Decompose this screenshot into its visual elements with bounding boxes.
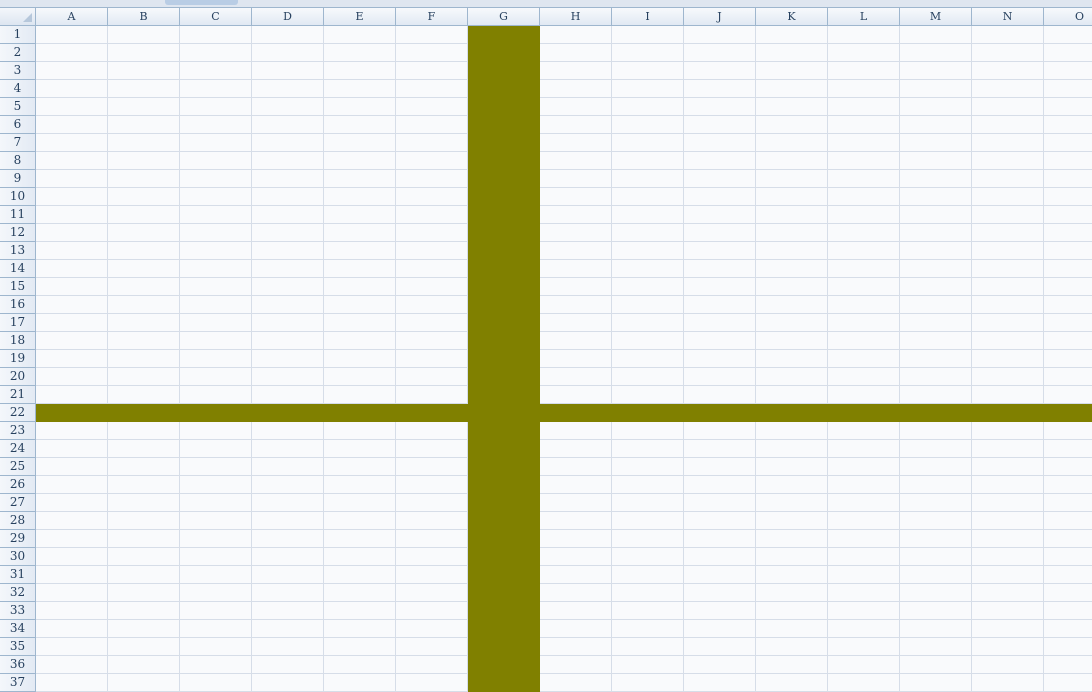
row-header-35[interactable]: 35: [0, 638, 36, 656]
column-header-n[interactable]: N: [972, 8, 1044, 26]
column-header-h[interactable]: H: [540, 8, 612, 26]
row-header-16[interactable]: 16: [0, 296, 36, 314]
column-header-a[interactable]: A: [36, 8, 108, 26]
row-header-6[interactable]: 6: [0, 116, 36, 134]
row-header-13[interactable]: 13: [0, 242, 36, 260]
row-header-12[interactable]: 12: [0, 224, 36, 242]
column-header-m[interactable]: M: [900, 8, 972, 26]
row-header-25[interactable]: 25: [0, 458, 36, 476]
row-header-32[interactable]: 32: [0, 584, 36, 602]
column-header-i[interactable]: I: [612, 8, 684, 26]
row-header-10[interactable]: 10: [0, 188, 36, 206]
row-header-34[interactable]: 34: [0, 620, 36, 638]
highlighted-column-fill: [468, 26, 540, 692]
row-header-30[interactable]: 30: [0, 548, 36, 566]
row-header-5[interactable]: 5: [0, 98, 36, 116]
column-header-d[interactable]: D: [252, 8, 324, 26]
row-header-29[interactable]: 29: [0, 530, 36, 548]
column-header-b[interactable]: B: [108, 8, 180, 26]
column-header-c[interactable]: C: [180, 8, 252, 26]
row-header-14[interactable]: 14: [0, 260, 36, 278]
row-header-19[interactable]: 19: [0, 350, 36, 368]
row-header-24[interactable]: 24: [0, 440, 36, 458]
row-header-2[interactable]: 2: [0, 44, 36, 62]
row-header-18[interactable]: 18: [0, 332, 36, 350]
row-header-9[interactable]: 9: [0, 170, 36, 188]
row-header-37[interactable]: 37: [0, 674, 36, 692]
row-header-4[interactable]: 4: [0, 80, 36, 98]
highlighted-row-fill: [36, 404, 1092, 422]
cell-grid[interactable]: [36, 26, 1092, 692]
select-all-button[interactable]: [0, 8, 36, 26]
column-header-l[interactable]: L: [828, 8, 900, 26]
toolbar-strip: [0, 0, 1092, 8]
row-header-7[interactable]: 7: [0, 134, 36, 152]
column-header-o[interactable]: O: [1044, 8, 1092, 26]
column-header-j[interactable]: J: [684, 8, 756, 26]
row-header-3[interactable]: 3: [0, 62, 36, 80]
row-header-1[interactable]: 1: [0, 26, 36, 44]
row-header-33[interactable]: 33: [0, 602, 36, 620]
column-header-k[interactable]: K: [756, 8, 828, 26]
row-header-27[interactable]: 27: [0, 494, 36, 512]
row-header-26[interactable]: 26: [0, 476, 36, 494]
row-header-8[interactable]: 8: [0, 152, 36, 170]
ribbon-tab[interactable]: [165, 0, 238, 5]
row-header-11[interactable]: 11: [0, 206, 36, 224]
row-header-23[interactable]: 23: [0, 422, 36, 440]
row-header-36[interactable]: 36: [0, 656, 36, 674]
column-header-f[interactable]: F: [396, 8, 468, 26]
column-header-g[interactable]: G: [468, 8, 540, 26]
select-all-triangle-icon: [23, 13, 32, 22]
row-header-17[interactable]: 17: [0, 314, 36, 332]
row-header-15[interactable]: 15: [0, 278, 36, 296]
row-header-20[interactable]: 20: [0, 368, 36, 386]
row-header-28[interactable]: 28: [0, 512, 36, 530]
row-header-31[interactable]: 31: [0, 566, 36, 584]
row-header-21[interactable]: 21: [0, 386, 36, 404]
row-header-22[interactable]: 22: [0, 404, 36, 422]
spreadsheet-window: ABCDEFGHIJKLMNO 1 2 3 4 5 6 7 8 9 10 11 12 13 14 15 16 1…: [0, 0, 1092, 692]
column-header-e[interactable]: E: [324, 8, 396, 26]
